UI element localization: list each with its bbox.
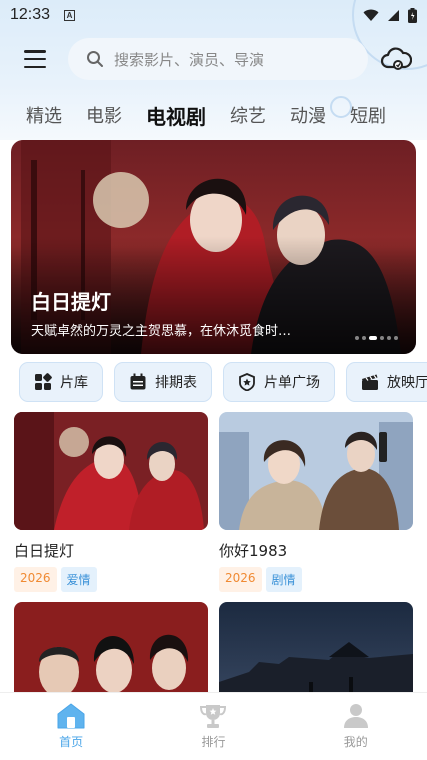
show-card[interactable]: 你好1983 2026 剧情 (219, 412, 413, 592)
nav-ranking[interactable]: 排行 (168, 703, 258, 750)
banner-title: 白日提灯 (31, 290, 111, 314)
carousel-dot (362, 336, 366, 340)
screening-room-button[interactable]: 放映厅 (346, 362, 427, 402)
genre-tag: 剧情 (265, 567, 302, 592)
quick-nav: 片库 排期表 片单广场 放映厅 (19, 362, 427, 404)
show-title: 你好1983 (219, 542, 288, 560)
carousel-dot (394, 336, 398, 340)
library-button[interactable]: 片库 (19, 362, 103, 402)
show-title: 白日提灯 (14, 542, 75, 560)
banner-description: 天赋卓然的万灵之主贺思慕，在休沐觅食时… (31, 324, 292, 339)
clapperboard-icon (362, 374, 378, 390)
playlist-plaza-label: 片单广场 (264, 375, 320, 391)
search-bar[interactable]: 搜索影片、演员、导演 (68, 38, 368, 80)
app-header: 搜索影片、演员、导演 (0, 38, 427, 82)
carousel-dot (380, 336, 384, 340)
carousel-dot-active (369, 336, 377, 340)
show-poster (14, 412, 208, 530)
library-label: 片库 (60, 375, 88, 391)
category-tabs: 精选 电影 电视剧 综艺 动漫 短剧 (26, 100, 410, 130)
show-card[interactable]: 白日提灯 2026 爱情 (14, 412, 208, 592)
status-time: 12:33 (10, 6, 51, 23)
year-tag: 2026 (14, 567, 57, 592)
nav-home-label: 首页 (59, 735, 84, 749)
featured-banner[interactable]: 白日提灯 天赋卓然的万灵之主贺思慕，在休沐觅食时… (11, 140, 416, 354)
tab-short-drama[interactable]: 短剧 (350, 102, 386, 128)
nav-profile-label: 我的 (343, 735, 368, 749)
calendar-icon (130, 373, 146, 390)
home-icon (57, 703, 85, 729)
badge-icon (239, 373, 255, 391)
tab-anime[interactable]: 动漫 (290, 102, 326, 128)
carousel-dot (387, 336, 391, 340)
nav-profile[interactable]: 我的 (311, 703, 401, 750)
signal-icon (388, 9, 399, 21)
carousel-indicator (355, 336, 398, 340)
trophy-icon (200, 705, 227, 728)
search-icon (87, 51, 103, 67)
year-tag: 2026 (219, 567, 262, 592)
tab-featured[interactable]: 精选 (26, 102, 62, 128)
notification-icon: A (64, 9, 76, 21)
nav-home[interactable]: 首页 (26, 703, 116, 750)
screening-room-label: 放映厅 (387, 375, 427, 391)
profile-icon (343, 704, 368, 728)
search-placeholder: 搜索影片、演员、导演 (114, 50, 265, 69)
battery-icon (408, 7, 417, 23)
tab-tv-series[interactable]: 电视剧 (146, 101, 206, 130)
tab-variety[interactable]: 综艺 (230, 102, 266, 128)
tab-movies[interactable]: 电影 (86, 102, 122, 128)
show-poster (219, 412, 413, 530)
carousel-dot (355, 336, 359, 340)
schedule-label: 排期表 (155, 375, 197, 391)
wifi-icon (363, 9, 379, 21)
schedule-button[interactable]: 排期表 (114, 362, 212, 402)
nav-ranking-label: 排行 (201, 735, 226, 749)
playlist-plaza-button[interactable]: 片单广场 (223, 362, 335, 402)
status-bar: 12:33 A (0, 0, 427, 30)
grid-icon (35, 373, 52, 390)
bottom-navigation: 首页 排行 我的 (0, 692, 427, 760)
cloud-sync-icon[interactable] (380, 45, 412, 73)
genre-tag: 爱情 (60, 567, 97, 592)
menu-button[interactable] (24, 50, 46, 68)
